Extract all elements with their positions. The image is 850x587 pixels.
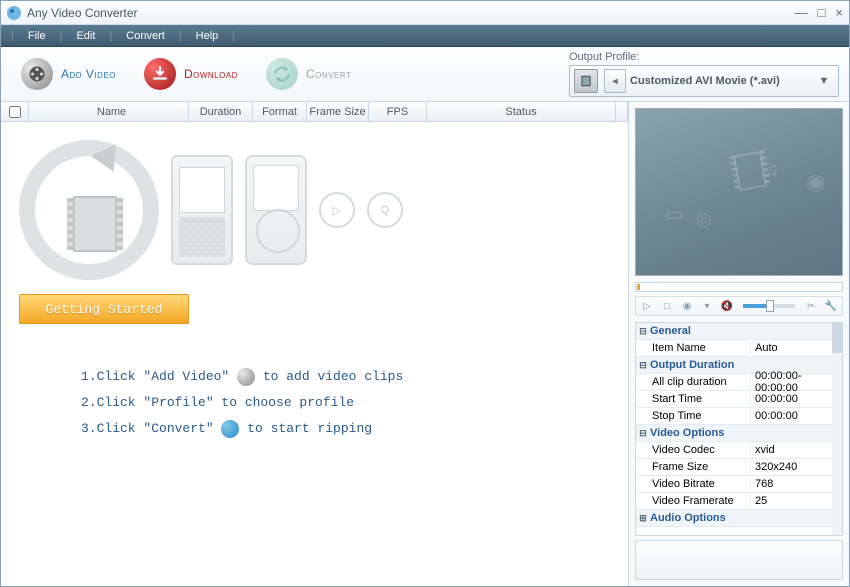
profile-prev-button[interactable]: ◄ bbox=[604, 69, 626, 93]
prop-item-name-label: Item Name bbox=[650, 342, 750, 354]
inline-convert-icon bbox=[221, 420, 239, 438]
ipod-illustration-icon bbox=[245, 155, 307, 265]
minimize-button[interactable]: — bbox=[795, 5, 808, 20]
quicktime-illustration-icon: Q bbox=[367, 192, 403, 228]
col-duration[interactable]: Duration bbox=[189, 102, 253, 121]
menu-help[interactable]: Help bbox=[182, 30, 233, 42]
mute-button[interactable]: 🔇 bbox=[719, 298, 735, 314]
prop-start-label: Start Time bbox=[650, 393, 750, 405]
prop-stop-value[interactable]: 00:00:00 bbox=[750, 410, 842, 422]
convert-label: Convert bbox=[306, 67, 351, 81]
prop-vcodec-value[interactable]: xvid bbox=[750, 444, 842, 456]
phone-illustration-icon bbox=[171, 155, 233, 265]
toolbar: Add Video Download Convert Output Profil… bbox=[1, 47, 849, 102]
prop-allclip-label: All clip duration bbox=[650, 376, 750, 388]
maximize-button[interactable]: □ bbox=[818, 5, 826, 20]
stop-button[interactable]: □ bbox=[659, 298, 675, 314]
video-preview: ♫ ▭ ◎ ◉ bbox=[635, 108, 843, 276]
prop-stop-label: Stop Time bbox=[650, 410, 750, 422]
instruction-steps: 1.Click "Add Video" to add video clips 2… bbox=[81, 364, 628, 442]
close-button[interactable]: × bbox=[835, 5, 843, 20]
file-list-header: Name Duration Format Frame Size FPS Stat… bbox=[1, 102, 628, 122]
download-label: Download bbox=[184, 67, 238, 81]
add-video-button[interactable]: Add Video bbox=[11, 58, 126, 90]
playback-progress[interactable] bbox=[635, 282, 843, 292]
menu-convert[interactable]: Convert bbox=[112, 30, 179, 42]
getting-started-banner: Getting Started bbox=[19, 294, 189, 324]
expand-audio-options-icon[interactable]: ⊞ bbox=[636, 513, 650, 524]
window-title: Any Video Converter bbox=[27, 6, 795, 20]
snapshot-button[interactable]: ◉ bbox=[679, 298, 695, 314]
file-list-empty: ▷ Q Getting Started 1.Click "Add Video" … bbox=[1, 122, 628, 586]
col-fps[interactable]: FPS bbox=[369, 102, 427, 121]
collapse-output-duration-icon[interactable]: ⊟ bbox=[636, 360, 650, 371]
prop-start-value[interactable]: 00:00:00 bbox=[750, 393, 842, 405]
prop-allclip-value[interactable]: 00:00:00-00:00:00 bbox=[750, 370, 842, 394]
command-bar bbox=[635, 540, 843, 580]
download-button[interactable]: Download bbox=[134, 58, 248, 90]
play-illustration-icon: ▷ bbox=[319, 192, 355, 228]
output-profile-dropdown[interactable]: ◄ Customized AVI Movie (*.avi) ▼ bbox=[569, 65, 839, 97]
props-scrollbar[interactable] bbox=[832, 323, 842, 535]
profile-film-icon bbox=[574, 69, 598, 93]
download-icon bbox=[144, 58, 176, 90]
player-controls: ▷ □ ◉ ▾ 🔇 ✂ 🔧 bbox=[635, 296, 843, 316]
prop-vfps-label: Video Framerate bbox=[650, 495, 750, 507]
prop-vbit-value[interactable]: 768 bbox=[750, 478, 842, 490]
prop-fsize-value[interactable]: 320x240 bbox=[750, 461, 842, 473]
col-format[interactable]: Format bbox=[253, 102, 307, 121]
col-status[interactable]: Status bbox=[427, 102, 616, 121]
menu-edit[interactable]: Edit bbox=[62, 30, 109, 42]
collapse-video-options-icon[interactable]: ⊟ bbox=[636, 428, 650, 439]
prop-item-name-value[interactable]: Auto bbox=[750, 342, 842, 354]
col-frame-size[interactable]: Frame Size bbox=[307, 102, 369, 121]
collapse-general-icon[interactable]: ⊟ bbox=[636, 326, 650, 337]
properties-panel: ⊟General Item NameAuto ⊟Output Duration … bbox=[635, 322, 843, 536]
play-button[interactable]: ▷ bbox=[639, 298, 655, 314]
side-panel: ♫ ▭ ◎ ◉ ▷ □ ◉ ▾ 🔇 ✂ 🔧 ⊟General Item Nam bbox=[629, 102, 849, 586]
volume-slider[interactable] bbox=[743, 304, 795, 308]
convert-button[interactable]: Convert bbox=[256, 58, 361, 90]
film-reel-icon bbox=[21, 58, 53, 90]
inline-film-icon bbox=[237, 368, 255, 386]
main-panel: Name Duration Format Frame Size FPS Stat… bbox=[1, 102, 629, 586]
snapshot-menu-button[interactable]: ▾ bbox=[699, 298, 715, 314]
prop-vbit-label: Video Bitrate bbox=[650, 478, 750, 490]
wm-film-icon bbox=[733, 151, 767, 191]
settings-button[interactable]: 🔧 bbox=[823, 298, 839, 314]
output-profile-label: Output Profile: bbox=[569, 51, 839, 63]
props-scrollbar-thumb[interactable] bbox=[832, 323, 842, 353]
title-bar: Any Video Converter — □ × bbox=[1, 1, 849, 25]
select-all-checkbox[interactable] bbox=[9, 106, 21, 118]
app-logo-icon bbox=[7, 6, 21, 20]
wm-disc-icon: ◉ bbox=[806, 169, 825, 195]
menu-bar: | File | Edit | Convert | Help | bbox=[1, 25, 849, 47]
app-window: Any Video Converter — □ × | File | Edit … bbox=[0, 0, 850, 587]
wm-phone-icon: ▭ bbox=[666, 204, 683, 225]
prop-vcodec-label: Video Codec bbox=[650, 444, 750, 456]
refresh-illustration-icon bbox=[19, 140, 159, 280]
menu-file[interactable]: File bbox=[14, 30, 60, 42]
add-video-label: Add Video bbox=[61, 67, 116, 81]
chevron-down-icon: ▼ bbox=[814, 75, 834, 87]
wm-ipod-icon: ◎ bbox=[696, 209, 712, 230]
col-name[interactable]: Name bbox=[29, 102, 189, 121]
crop-button[interactable]: ✂ bbox=[803, 298, 819, 314]
convert-icon bbox=[266, 58, 298, 90]
prop-vfps-value[interactable]: 25 bbox=[750, 495, 842, 507]
prop-fsize-label: Frame Size bbox=[650, 461, 750, 473]
profile-selected-text: Customized AVI Movie (*.avi) bbox=[626, 75, 814, 87]
wm-note-icon: ♫ bbox=[764, 159, 779, 182]
